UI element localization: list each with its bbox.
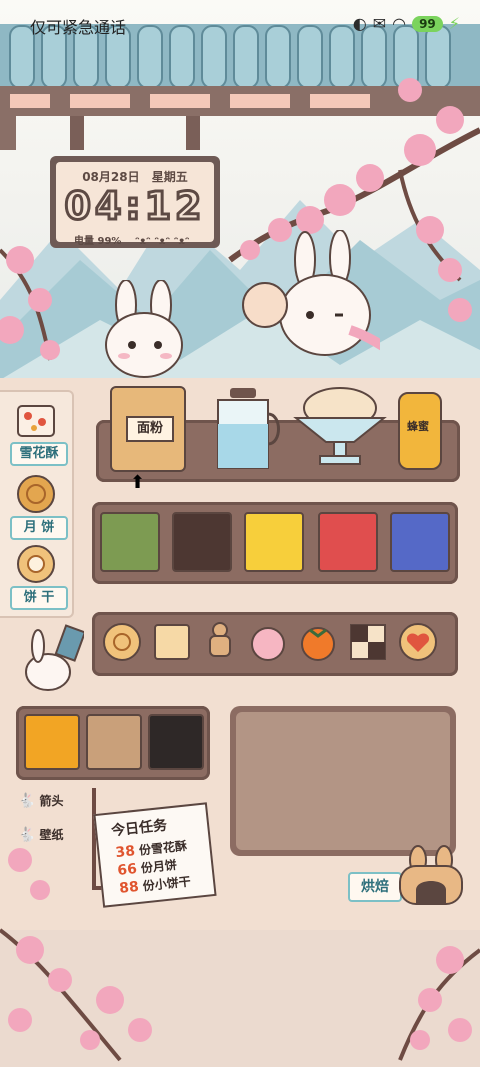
clock-panel: 08月28日 星期五 04:12 电量 99% ᵔᴥᵔ ᵔᴥᵔ ᵔᴥᵔ (56, 162, 214, 247)
battery-row: 电量 99% ᵔᴥᵔ ᵔᴥᵔ ᵔᴥᵔ (74, 232, 190, 247)
menu-item-mooncake[interactable]: 月 饼 (10, 516, 68, 540)
date-row: 08月28日 星期五 (56, 168, 214, 185)
battery-value: 99% (97, 236, 122, 247)
clock-time: 04:12 (63, 183, 206, 230)
option-arrow-label: 箭头 (39, 794, 64, 808)
persimmon[interactable] (298, 622, 338, 662)
honey-label: 蜂蜜 (407, 420, 429, 433)
cherry-blossom-bottom (0, 848, 480, 1062)
peach-bun[interactable] (248, 622, 288, 662)
gingerbread-man[interactable] (200, 620, 240, 660)
charging-icon: ⚡ (448, 14, 460, 33)
carrier-text: 仅可紧急通话 (30, 20, 127, 37)
flour-label: 面粉 (126, 416, 174, 442)
battery-label: 电量 (74, 236, 94, 247)
bunny-with-spatula (20, 624, 87, 694)
cookie-shelf (92, 612, 458, 676)
mixin-nuts[interactable] (86, 714, 142, 770)
message-icon: ✉ (372, 14, 387, 33)
weekday-text: 星期五 (151, 170, 188, 184)
bunny-head-icon: 🐇 (18, 792, 36, 809)
pointer-arrow-icon: ⬆ (130, 472, 146, 493)
topping-matcha[interactable] (100, 512, 160, 572)
honey-jar[interactable]: 蜂蜜 (398, 392, 442, 470)
topping-blueberry[interactable] (390, 512, 450, 572)
recipe-menu: 雪花酥 月 饼 饼 干 (0, 390, 74, 618)
egg-bowl[interactable] (292, 380, 388, 470)
water-jug[interactable] (200, 384, 286, 472)
option-arrow[interactable]: 🐇 箭头 (18, 792, 63, 809)
task-title: 今日任务 (110, 817, 168, 840)
menu-item-cookie[interactable]: 饼 干 (10, 586, 68, 610)
bunny-baker-left (105, 280, 183, 378)
mixin-shelf (16, 706, 210, 780)
topping-chocolate[interactable] (172, 512, 232, 572)
bunny-baker-right (242, 230, 380, 356)
square-cookie[interactable] (152, 622, 192, 662)
flour-bag[interactable]: 面粉 (110, 386, 186, 472)
baking-tray-panel (230, 706, 456, 856)
wifi-icon: ◠ (392, 14, 407, 33)
status-bar: 仅可紧急通话 ◐ ✉ ◠ 99 ⚡ (0, 0, 480, 48)
checker-cookie[interactable] (348, 622, 388, 662)
clock-sign: 08月28日 星期五 04:12 电量 99% ᵔᴥᵔ ᵔᴥᵔ ᵔᴥᵔ (50, 156, 220, 248)
topping-lemon[interactable] (244, 512, 304, 572)
bunny-icons: ᵔᴥᵔ ᵔᴥᵔ ᵔᴥᵔ (134, 236, 190, 247)
status-icons: ◐ ✉ ◠ 99 ⚡ (353, 14, 460, 33)
menu-item-nougat[interactable]: 雪花酥 (10, 442, 68, 466)
mooncake-icon (17, 475, 55, 513)
mixin-mango[interactable] (24, 714, 80, 770)
cookie-icon (17, 545, 55, 583)
topping-strawberry[interactable] (318, 512, 378, 572)
nougat-icon (17, 405, 55, 437)
baking-tray[interactable] (236, 712, 450, 850)
topping-shelf (92, 502, 458, 584)
swirl-cookie[interactable] (102, 622, 142, 662)
mixin-black-sesame[interactable] (148, 714, 204, 770)
heart-cookie[interactable] (398, 622, 438, 662)
battery-indicator: 99 (412, 15, 443, 32)
date-text: 08月28日 (82, 170, 140, 184)
notification-icon: ◐ (352, 14, 367, 33)
